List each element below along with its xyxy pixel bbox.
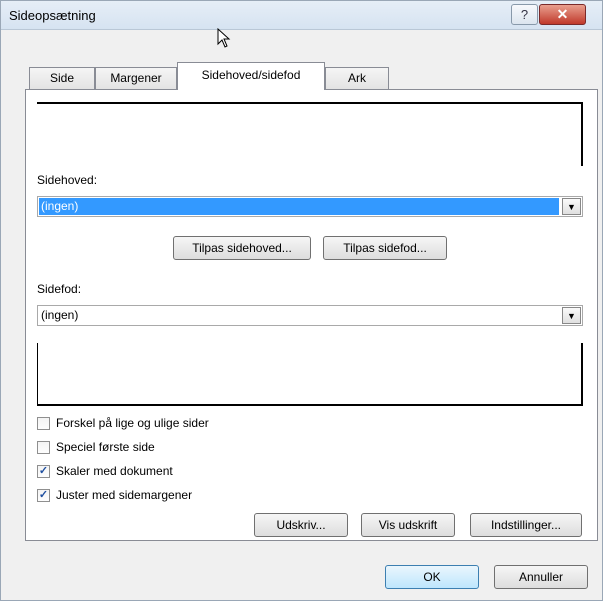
title-bar: Sideopsætning ? ✕: [1, 1, 602, 30]
chevron-down-icon[interactable]: ▼: [562, 307, 581, 324]
page-setup-dialog: Sideopsætning ? ✕ Side Margener Sidehove…: [0, 0, 603, 601]
print-button[interactable]: Udskriv...: [254, 513, 348, 537]
chevron-down-icon[interactable]: ▼: [562, 198, 581, 215]
header-label: Sidehoved:: [37, 173, 98, 187]
tab-sidehoved-sidefod[interactable]: Sidehoved/sidefod: [177, 62, 325, 90]
tab-ark[interactable]: Ark: [325, 67, 389, 89]
first-page-checkbox[interactable]: [37, 441, 50, 454]
dialog-title: Sideopsætning: [9, 8, 96, 23]
customize-footer-button[interactable]: Tilpas sidefod...: [323, 236, 447, 260]
tab-side[interactable]: Side: [29, 67, 95, 89]
header-select[interactable]: (ingen) ▼: [37, 196, 583, 217]
odd-even-checkbox[interactable]: [37, 417, 50, 430]
header-preview: [37, 102, 583, 166]
mouse-cursor-icon: [217, 28, 231, 48]
align-with-margins-checkbox[interactable]: ✓: [37, 489, 50, 502]
footer-select[interactable]: (ingen) ▼: [37, 305, 583, 326]
scale-with-document-label: Skaler med dokument: [56, 464, 173, 478]
print-preview-button[interactable]: Vis udskrift: [361, 513, 455, 537]
first-page-label: Speciel første side: [56, 440, 155, 454]
footer-label: Sidefod:: [37, 282, 82, 296]
odd-even-label: Forskel på lige og ulige sider: [56, 416, 209, 430]
tab-margener[interactable]: Margener: [95, 67, 177, 89]
ok-button[interactable]: OK: [385, 565, 479, 589]
cancel-button[interactable]: Annuller: [494, 565, 588, 589]
scale-with-document-checkbox[interactable]: ✓: [37, 465, 50, 478]
footer-preview: [37, 343, 583, 406]
footer-select-value: (ingen): [41, 308, 79, 322]
help-button[interactable]: ?: [511, 4, 538, 25]
align-with-margins-label: Juster med sidemargener: [56, 488, 193, 502]
customize-header-button[interactable]: Tilpas sidehoved...: [173, 236, 311, 260]
header-select-value: (ingen): [39, 198, 559, 215]
close-button[interactable]: ✕: [539, 4, 586, 25]
settings-button[interactable]: Indstillinger...: [470, 513, 582, 537]
